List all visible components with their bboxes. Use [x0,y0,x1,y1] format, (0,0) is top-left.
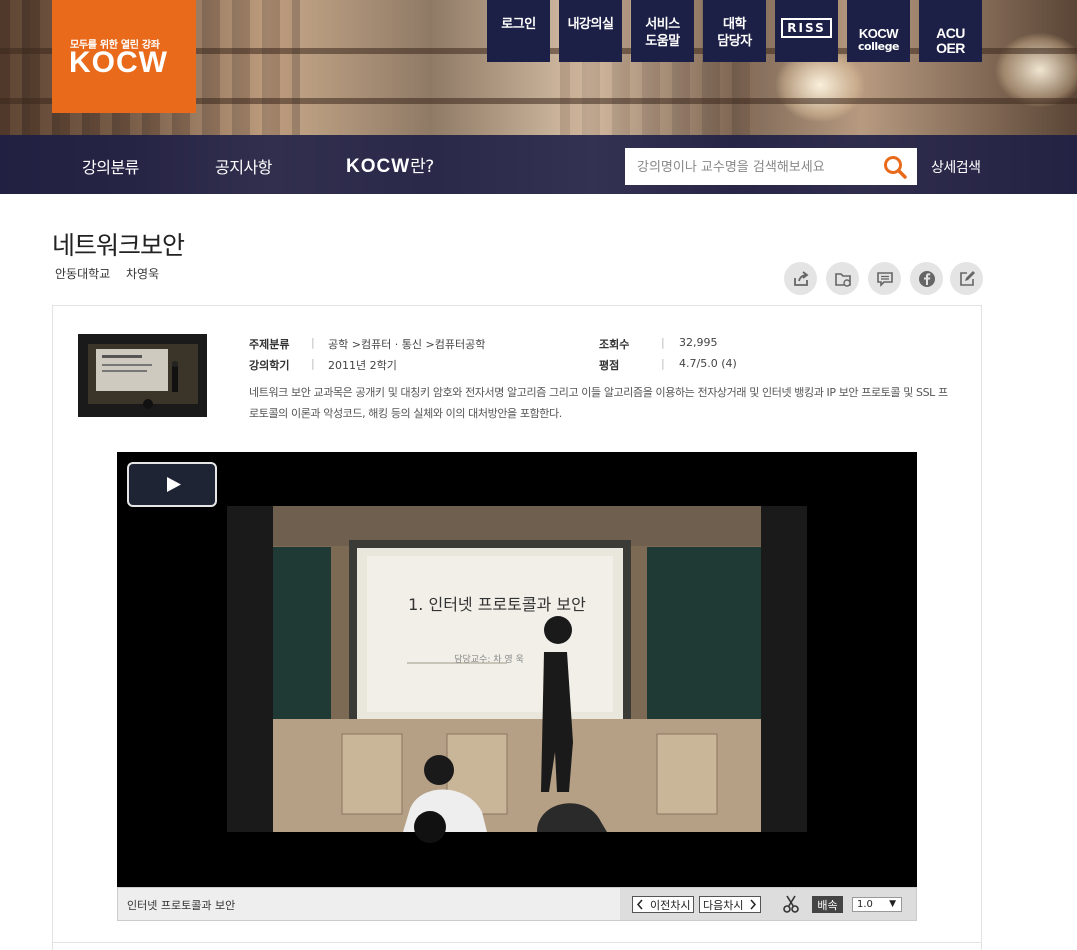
speed-select[interactable]: 1.0 ▼ [852,897,902,912]
semester-label: 강의학기 [249,359,290,372]
course-thumbnail[interactable] [78,334,207,417]
search-icon[interactable] [882,154,908,180]
rating-value: 4.7/5.0 (4) [679,357,737,370]
lecture-name: 인터넷 프로토콜과 보안 [127,899,236,912]
college-label-1: KOCW [858,26,899,41]
course-university: 안동대학교 [55,267,111,281]
chevron-right-icon [746,897,760,912]
univ-manager-button[interactable]: 대학담당자 [703,0,766,62]
search-box [625,148,917,185]
comment-button[interactable] [868,262,901,295]
subject-label: 주제분류 [249,338,290,351]
page-title: 네트워크보안 [52,231,185,260]
nav-category[interactable]: 강의분류 [82,154,139,178]
next-lecture-button[interactable]: 다음차시 [699,896,762,913]
service-help-button[interactable]: 서비스도움말 [631,0,694,62]
share-icon [793,270,808,286]
riss-label: RISS [781,18,832,38]
chevron-left-icon [633,897,647,912]
speed-value: 1.0 [857,899,873,910]
divider [52,942,982,943]
service-help-label-2: 도움말 [645,34,680,49]
college-label-2: college [858,40,899,53]
service-help-label-1: 서비스 [645,17,680,32]
kocw-college-button[interactable]: KOCW college [847,0,910,62]
facebook-icon [918,270,935,287]
acu-oer-button[interactable]: ACU OER [919,0,982,62]
advanced-search-link[interactable]: 상세검색 [931,157,981,177]
add-to-folder-button[interactable] [826,262,859,295]
rating-label: 평점 [599,359,620,372]
my-room-label: 내강의실 [567,17,614,32]
scissors-icon[interactable] [782,895,800,914]
acu-label-1: ACU [936,24,965,41]
course-description: 네트워크 보안 교과목은 공개키 및 대칭키 암호와 전자서명 알고리즘 그리고… [249,386,948,420]
nav-about-kocw[interactable]: KOCW란? [346,152,434,178]
comment-icon [876,271,893,287]
login-label: 로그인 [501,17,536,32]
facebook-share-button[interactable] [910,262,943,295]
prev-lecture-label: 이전차시 [650,898,691,912]
play-icon [167,477,181,492]
edit-icon [959,270,975,286]
views-value: 32,995 [679,336,718,349]
separator: | [311,357,315,370]
nav-about-suffix: 란? [410,157,434,177]
separator: | [311,336,315,349]
riss-button[interactable]: RISS [775,0,838,62]
video-player[interactable]: 1. 인터넷 프로토콜과 보안 담당교수: 차 영 욱 [117,452,917,887]
lecture-thumbnail-image [78,334,207,417]
chevron-down-icon: ▼ [889,899,896,909]
edit-button[interactable] [950,262,983,295]
play-button[interactable] [127,462,217,507]
search-input[interactable] [637,157,877,177]
share-button[interactable] [784,262,817,295]
nav-about-word: KOCW [346,156,411,177]
univ-manager-label-1: 대학 [723,17,746,32]
semester-value: 2011년 2학기 [328,359,397,372]
separator: | [661,336,665,349]
acu-label-2: OER [936,39,965,56]
slide-title: 1. 인터넷 프로토콜과 보안 [408,595,586,614]
separator: | [661,357,665,370]
next-lecture-label: 다음차시 [703,898,744,912]
univ-manager-label-2: 담당자 [717,34,752,49]
video-frame: 1. 인터넷 프로토콜과 보안 담당교수: 차 영 욱 [227,506,807,843]
subject-value: 공학 >컴퓨터 · 통신 >컴퓨터공학 [328,338,486,351]
prev-lecture-button[interactable]: 이전차시 [632,896,695,913]
my-room-button[interactable]: 내강의실 [559,0,622,62]
folder-add-icon [834,272,851,287]
views-label: 조회수 [599,338,630,351]
speed-label: 배속 [812,896,843,913]
logo-wordmark: KOCW [69,46,168,79]
slide-subtitle: 담당교수: 차 영 욱 [454,653,524,665]
nav-notice[interactable]: 공지사항 [215,154,272,178]
login-button[interactable]: 로그인 [487,0,550,62]
kocw-logo[interactable]: 모두를 위한 열린 강좌 KOCW [52,0,196,113]
course-professor: 차영욱 [126,267,160,281]
